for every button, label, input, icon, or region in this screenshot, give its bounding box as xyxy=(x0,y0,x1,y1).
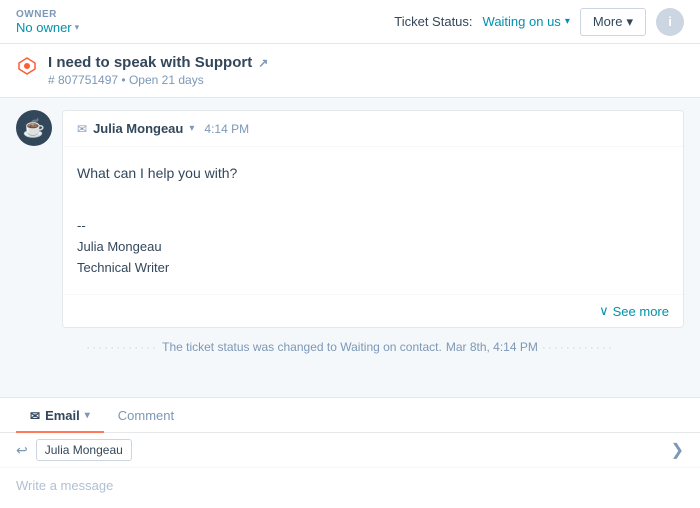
avatar: ☕ xyxy=(16,110,52,146)
meta-separator: • xyxy=(121,73,125,87)
info-button[interactable]: i xyxy=(656,8,684,36)
email-time: 4:14 PM xyxy=(204,122,249,136)
reply-icon[interactable]: ↩ xyxy=(16,442,28,459)
signature-dash: -- xyxy=(77,216,669,237)
subject-meta: # 807751497 • Open 21 days xyxy=(48,73,268,87)
external-link-icon[interactable]: ↗ xyxy=(258,56,268,70)
owner-section: Owner No owner ▾ xyxy=(16,9,79,35)
email-card: ✉ Julia Mongeau ▾ 4:14 PM What can I hel… xyxy=(62,110,684,328)
more-button[interactable]: More ▾ xyxy=(580,8,646,36)
email-tab-label: Email xyxy=(45,408,80,423)
owner-label: Owner xyxy=(16,9,79,20)
email-tab-icon: ✉ xyxy=(30,409,40,423)
compose-tabs: ✉ Email ▾ Comment xyxy=(0,398,700,433)
more-chevron-icon: ▾ xyxy=(626,14,633,30)
ticket-status-section: Ticket Status: Waiting on us ▾ More ▾ i xyxy=(394,8,684,36)
subject-bar: I need to speak with Support ↗ # 8077514… xyxy=(0,44,700,98)
status-notice-text: The ticket status was changed to Waiting… xyxy=(162,340,442,354)
open-days: Open 21 days xyxy=(129,73,204,87)
tab-comment[interactable]: Comment xyxy=(104,398,188,433)
subject-info: I need to speak with Support ↗ # 8077514… xyxy=(48,54,268,87)
email-body-text: What can I help you with? xyxy=(77,163,669,184)
ticket-status-value: Waiting on us xyxy=(483,14,561,29)
email-body: What can I help you with? -- Julia Monge… xyxy=(63,147,683,294)
email-thread: ☕ ✉ Julia Mongeau ▾ 4:14 PM What can I h… xyxy=(16,110,684,328)
dots-right: ············ xyxy=(542,340,614,354)
owner-value-text: No owner xyxy=(16,20,72,35)
ticket-status-chevron-icon: ▾ xyxy=(565,16,570,27)
ticket-icon xyxy=(16,55,38,77)
status-change-notice: ············ The ticket status was chang… xyxy=(16,336,684,358)
compose-placeholder: Write a message xyxy=(16,478,113,493)
comment-tab-label: Comment xyxy=(118,408,174,423)
avatar-emoji: ☕ xyxy=(23,118,45,139)
owner-chevron-icon: ▾ xyxy=(75,22,80,33)
email-header: ✉ Julia Mongeau ▾ 4:14 PM xyxy=(63,111,683,147)
sender-name: Julia Mongeau xyxy=(93,121,183,136)
ticket-status-label: Ticket Status: xyxy=(394,14,472,29)
signature-name: Julia Mongeau xyxy=(77,237,669,258)
status-notice-date: Mar 8th, 4:14 PM xyxy=(446,340,538,354)
owner-dropdown[interactable]: No owner ▾ xyxy=(16,20,79,35)
see-more-label: See more xyxy=(613,304,669,319)
see-more-chevron: ∨ xyxy=(599,303,609,319)
see-more-button[interactable]: ∨ See more xyxy=(63,294,683,327)
compose-recipients: ↩ Julia Mongeau ❯ xyxy=(0,433,700,468)
ticket-number: # 807751497 xyxy=(48,73,118,87)
subject-title-row: I need to speak with Support ↗ xyxy=(48,54,268,71)
email-icon: ✉ xyxy=(77,122,87,136)
recipient-chip[interactable]: Julia Mongeau xyxy=(36,439,132,461)
expand-compose-icon[interactable]: ❯ xyxy=(671,440,684,460)
email-tab-chevron: ▾ xyxy=(85,410,90,421)
expand-email-icon[interactable]: ▾ xyxy=(189,123,194,134)
top-bar: Owner No owner ▾ Ticket Status: Waiting … xyxy=(0,0,700,44)
compose-area: ✉ Email ▾ Comment ↩ Julia Mongeau ❯ Writ… xyxy=(0,397,700,508)
ticket-status-dropdown[interactable]: Waiting on us ▾ xyxy=(483,14,570,29)
compose-input-area[interactable]: Write a message xyxy=(0,468,700,508)
tab-email[interactable]: ✉ Email ▾ xyxy=(16,398,104,433)
email-signature: -- Julia Mongeau Technical Writer xyxy=(77,200,669,278)
signature-title: Technical Writer xyxy=(77,258,669,279)
subject-title-text: I need to speak with Support xyxy=(48,54,252,71)
main-content: ☕ ✉ Julia Mongeau ▾ 4:14 PM What can I h… xyxy=(0,98,700,395)
dots-left: ············ xyxy=(86,340,158,354)
